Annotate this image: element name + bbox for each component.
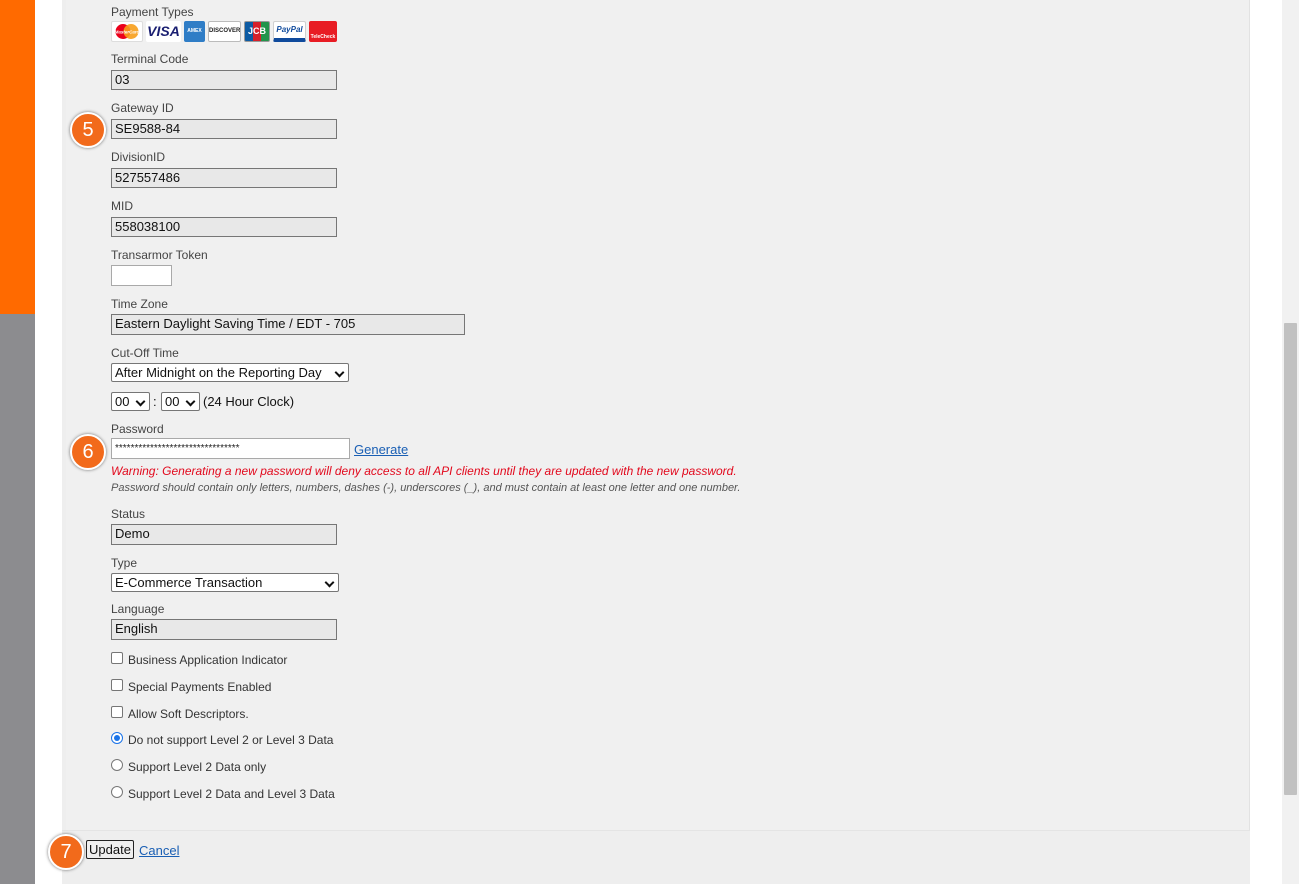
sidebar-accent-bar bbox=[0, 0, 35, 314]
password-warning: Warning: Generating a new password will … bbox=[111, 464, 737, 478]
level-2-label: Support Level 2 Data only bbox=[128, 760, 267, 774]
cutoff-time-select[interactable]: After Midnight on the Reporting Day bbox=[111, 363, 349, 382]
business-application-label: Business Application Indicator bbox=[128, 653, 288, 667]
password-input[interactable]: ******************************** bbox=[111, 438, 350, 459]
mastercard-icon: MasterCard bbox=[111, 21, 143, 42]
special-payments-checkbox[interactable] bbox=[111, 679, 123, 691]
level-2-3-radio[interactable] bbox=[111, 786, 123, 798]
chevron-down-icon bbox=[324, 577, 335, 588]
amex-icon: AMEX bbox=[184, 21, 205, 42]
level-none-label: Do not support Level 2 or Level 3 Data bbox=[128, 733, 334, 747]
special-payments-label: Special Payments Enabled bbox=[128, 680, 272, 694]
generate-password-link[interactable]: Generate bbox=[354, 442, 408, 457]
level-none-radio[interactable] bbox=[111, 732, 123, 744]
cutoff-time-select-value: After Midnight on the Reporting Day bbox=[115, 365, 322, 380]
language-field: English bbox=[111, 619, 337, 640]
terminal-code-field: 03 bbox=[111, 70, 337, 90]
soft-descriptors-checkbox[interactable] bbox=[111, 706, 123, 718]
division-id-label: DivisionID bbox=[111, 150, 166, 164]
sidebar-lower-bar bbox=[0, 314, 35, 884]
transarmor-token-label: Transarmor Token bbox=[111, 248, 208, 262]
transarmor-token-input[interactable] bbox=[111, 265, 172, 286]
step-badge-5: 5 bbox=[70, 112, 106, 148]
cancel-link[interactable]: Cancel bbox=[139, 843, 179, 858]
chevron-down-icon bbox=[334, 367, 345, 378]
language-label: Language bbox=[111, 602, 165, 616]
type-label: Type bbox=[111, 556, 138, 570]
scrollbar-thumb[interactable] bbox=[1284, 323, 1297, 795]
business-application-checkbox[interactable] bbox=[111, 652, 123, 664]
chevron-down-icon bbox=[135, 396, 146, 407]
payment-types-label: Payment Types bbox=[111, 5, 194, 19]
cutoff-hour-value: 00 bbox=[115, 394, 130, 409]
mid-field: 558038100 bbox=[111, 217, 337, 237]
update-button[interactable]: Update bbox=[86, 840, 134, 859]
cutoff-minute-value: 00 bbox=[165, 394, 180, 409]
clock-note: (24 Hour Clock) bbox=[203, 394, 295, 409]
form-footer-divider bbox=[62, 830, 1250, 831]
terminal-code-label: Terminal Code bbox=[111, 52, 189, 66]
time-separator: : bbox=[153, 394, 157, 409]
step-badge-6: 6 bbox=[70, 434, 106, 470]
jcb-icon: JCB bbox=[244, 21, 270, 42]
visa-icon: VISA bbox=[146, 21, 181, 42]
cutoff-time-label: Cut-Off Time bbox=[111, 346, 179, 360]
type-select[interactable]: E-Commerce Transaction bbox=[111, 573, 339, 592]
cutoff-minute-select[interactable]: 00 bbox=[161, 392, 200, 411]
status-field: Demo bbox=[111, 524, 337, 545]
step-badge-7: 7 bbox=[48, 834, 84, 870]
chevron-down-icon bbox=[185, 396, 196, 407]
time-zone-label: Time Zone bbox=[111, 297, 168, 311]
soft-descriptors-label: Allow Soft Descriptors. bbox=[128, 707, 249, 721]
level-2-3-label: Support Level 2 Data and Level 3 Data bbox=[128, 787, 335, 801]
password-label: Password bbox=[111, 422, 164, 436]
division-id-field: 527557486 bbox=[111, 168, 337, 188]
cutoff-hour-select[interactable]: 00 bbox=[111, 392, 150, 411]
paypal-icon: PayPal bbox=[273, 21, 306, 42]
gateway-id-label: Gateway ID bbox=[111, 101, 174, 115]
level-2-radio[interactable] bbox=[111, 759, 123, 771]
telecheck-icon: TeleCheck bbox=[309, 21, 337, 42]
discover-icon: DISCOVER bbox=[208, 21, 241, 42]
mid-label: MID bbox=[111, 199, 133, 213]
svg-text:MasterCard: MasterCard bbox=[115, 30, 140, 35]
password-hint: Password should contain only letters, nu… bbox=[111, 482, 741, 494]
time-zone-field: Eastern Daylight Saving Time / EDT - 705 bbox=[111, 314, 465, 335]
type-select-value: E-Commerce Transaction bbox=[115, 575, 263, 590]
gateway-id-field: SE9588-84 bbox=[111, 119, 337, 139]
status-label: Status bbox=[111, 507, 146, 521]
